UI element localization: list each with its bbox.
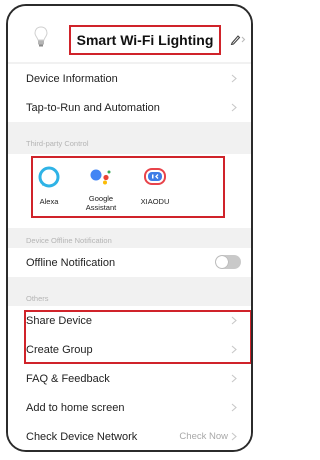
row-label: Share Device [26,314,93,327]
section-label-others: Others [26,294,49,303]
chevron-right-icon [231,316,237,325]
offline-notification-toggle[interactable] [215,255,241,269]
row-label: Add to home screen [26,401,125,414]
offline-notification-row: Offline Notification [8,248,251,277]
section-label-offline: Device Offline Notification [26,236,112,245]
edit-icon[interactable] [230,33,246,45]
toggle-knob [216,256,228,268]
chevron-right-icon [231,432,237,441]
chevron-right-icon [231,374,237,383]
add-to-home-screen-row[interactable]: Add to home screen [8,393,251,422]
google-assistant-icon [90,169,111,185]
alexa-icon [38,166,60,188]
header: Smart Wi-Fi Lighting [8,6,251,62]
third-party-name: Google Assistant [85,194,117,212]
section-label-third-party: Third-party Control [26,139,89,148]
share-device-row[interactable]: Share Device [8,306,251,335]
row-label: Offline Notification [26,256,116,269]
row-label: Create Group [26,343,93,356]
third-party-name: Alexa [39,197,59,206]
chevron-right-icon [231,345,237,354]
third-party-name: XIAODU [140,197,170,206]
row-label: Device Information [26,72,118,85]
tap-to-run-row[interactable]: Tap-to-Run and Automation [8,93,251,122]
third-party-google-assistant[interactable]: Google Assistant [76,164,126,212]
chevron-right-icon [231,103,237,112]
third-party-panel: Alexa Google Assistant XIAODU [8,154,251,228]
device-information-row[interactable]: Device Information [8,64,251,93]
row-label: Check Device Network [26,430,138,443]
check-device-network-row[interactable]: Check Device Network Check Now [8,422,251,450]
row-label: Tap-to-Run and Automation [26,101,160,114]
light-bulb-icon [34,26,48,47]
chevron-right-icon [231,403,237,412]
device-title: Smart Wi-Fi Lighting [76,32,214,48]
third-party-alexa[interactable]: Alexa [36,166,62,206]
faq-feedback-row[interactable]: FAQ & Feedback [8,364,251,393]
phone-frame: Smart Wi-Fi Lighting Device Information … [6,4,253,452]
create-group-row[interactable]: Create Group [8,335,251,364]
chevron-right-icon [231,74,237,83]
third-party-xiaodu[interactable]: XIAODU [132,166,178,206]
xiaodu-icon [144,168,166,185]
check-now-link[interactable]: Check Now [179,431,228,442]
device-title-highlight: Smart Wi-Fi Lighting [69,25,221,55]
row-label: FAQ & Feedback [26,372,110,385]
